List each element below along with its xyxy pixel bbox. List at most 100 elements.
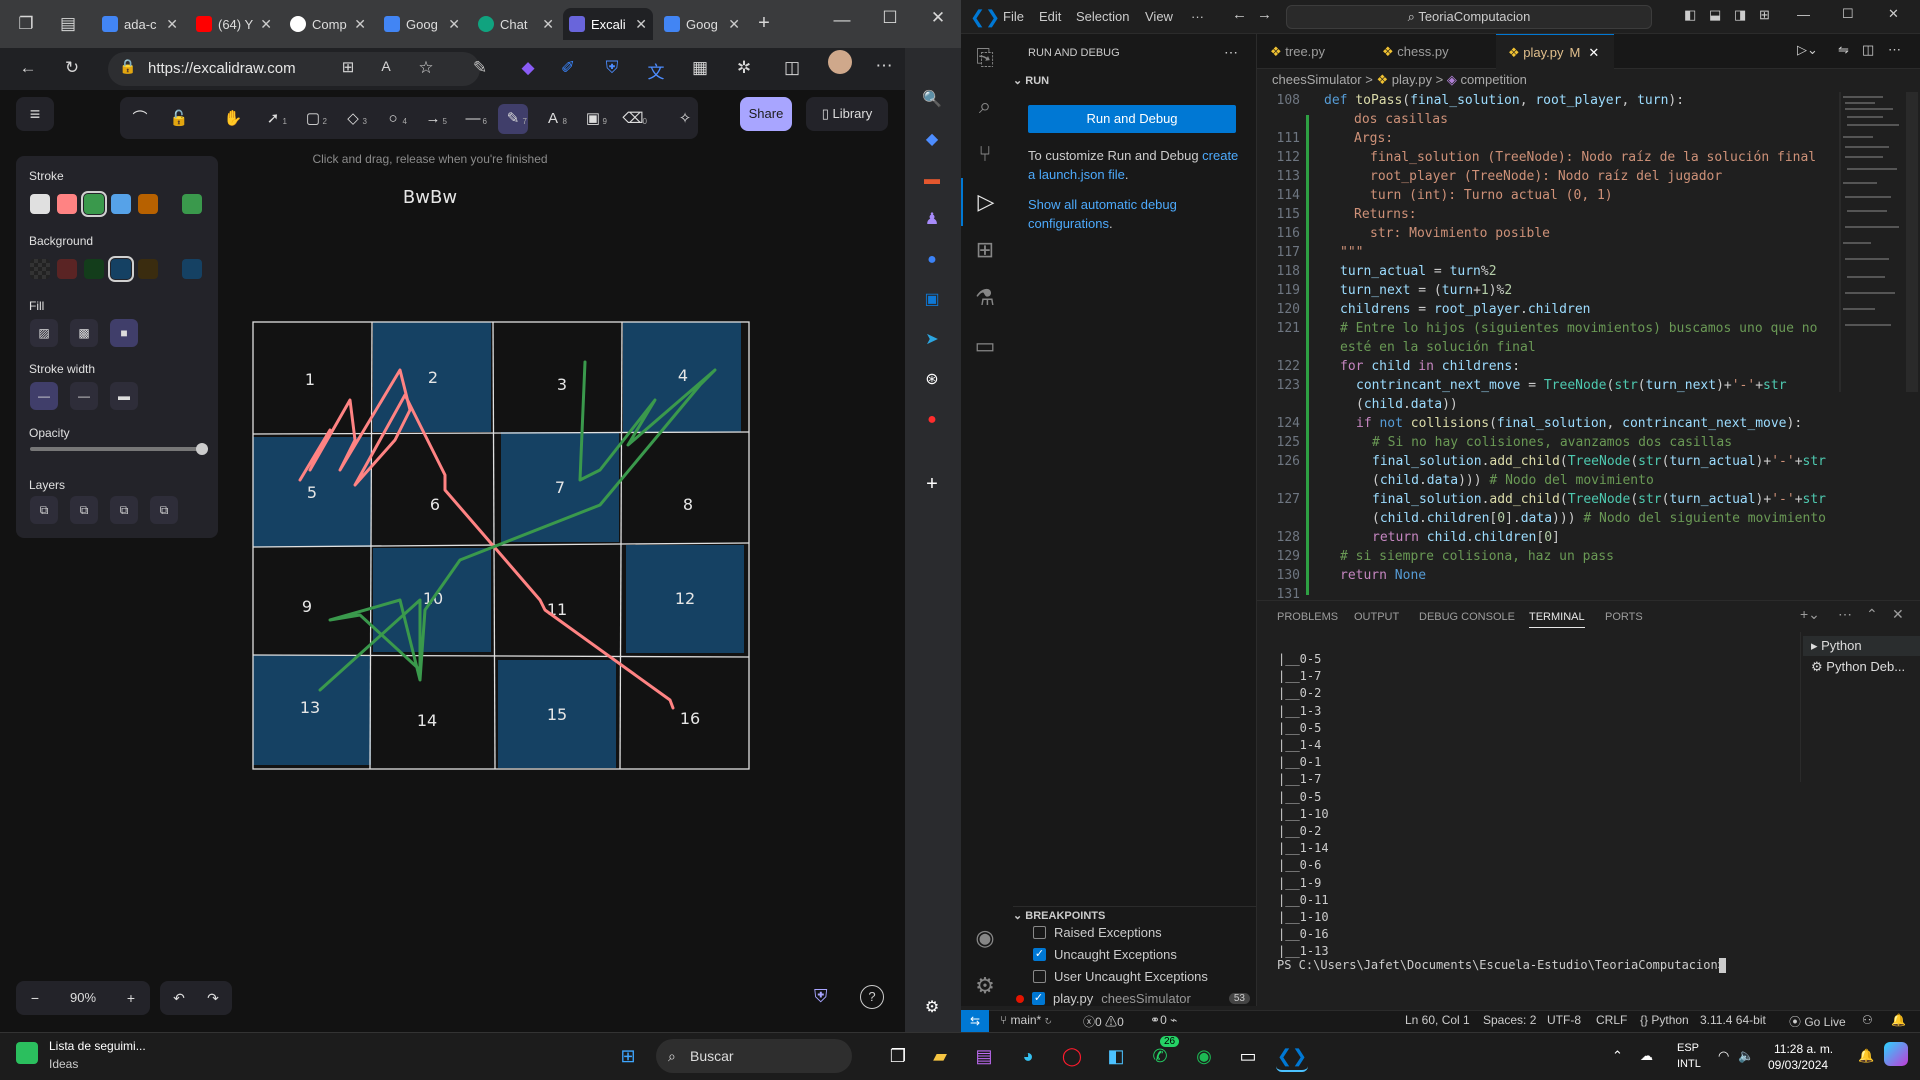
run-debug-icon[interactable]: ▷ — [961, 178, 1009, 226]
browser-tab[interactable]: ada-c ✕ — [96, 8, 184, 40]
toggle-secondary-sidebar-icon[interactable]: ◨ — [1734, 7, 1746, 23]
minimize-icon[interactable]: — — [830, 10, 854, 30]
tag-icon[interactable]: ◆ — [918, 126, 946, 154]
profile-avatar[interactable] — [828, 50, 852, 74]
copilot-taskbar-icon[interactable] — [1884, 1042, 1908, 1066]
task-view-icon[interactable]: ❐ — [882, 1040, 914, 1072]
board-drawing[interactable]: BwBw 1 2 3 4 5 6 7 8 9 10 11 12 13 14 15… — [240, 180, 780, 780]
close-tab-icon[interactable]: ✕ — [542, 16, 554, 33]
tool-ellipse-icon[interactable]: ○ 4 — [378, 104, 408, 134]
telegram-icon[interactable]: ➤ — [918, 326, 946, 354]
search-icon[interactable]: 🔍 — [918, 86, 946, 114]
notifications-bell-icon[interactable]: 🔔 — [1891, 1013, 1906, 1027]
workspaces-icon[interactable]: ❐ — [14, 14, 38, 34]
fill-crosshatch-icon[interactable]: ▩ — [70, 319, 98, 347]
manage-gear-icon[interactable]: ⚙ — [961, 962, 1009, 1010]
keyboard-layout[interactable]: INTL — [1677, 1058, 1701, 1070]
volume-icon[interactable]: 🔈 — [1738, 1048, 1754, 1064]
translate-extension-icon[interactable]: 文 — [644, 58, 668, 83]
close-panel-icon[interactable]: ✕ — [1892, 606, 1904, 623]
tool-hand-icon[interactable]: ✋ — [218, 104, 248, 134]
stocks-widget-icon[interactable] — [16, 1042, 38, 1064]
panel-tab-terminal[interactable]: TERMINAL — [1529, 611, 1585, 628]
terminal-item-active[interactable]: ▸ Python — [1803, 636, 1920, 656]
send-to-back-icon[interactable]: ⧉ — [30, 496, 58, 524]
new-tab-icon[interactable]: + — [752, 12, 776, 35]
panel-more-icon[interactable]: ⋯ — [1838, 606, 1852, 623]
testing-icon[interactable]: ⚗ — [961, 274, 1009, 322]
eyedropper-icon[interactable]: ✎ — [468, 58, 492, 78]
favorite-star-icon[interactable]: ☆ — [414, 58, 438, 78]
games-icon[interactable]: ♟ — [918, 206, 946, 234]
wifi-icon[interactable]: ◠ — [1718, 1048, 1729, 1064]
send-backward-icon[interactable]: ⧉ — [70, 496, 98, 524]
checkbox-checked[interactable]: ✓ — [1032, 992, 1045, 1005]
maximize-panel-icon[interactable]: ⌃ — [1866, 606, 1878, 623]
run-file-icon[interactable]: ▷⌄ — [1797, 42, 1818, 58]
clock-time[interactable]: 11:28 a. m. — [1774, 1042, 1833, 1056]
menu-hamburger-icon[interactable]: ≡ — [16, 97, 54, 131]
bring-to-front-icon[interactable]: ⧉ — [150, 496, 178, 524]
sidebar-more-icon[interactable]: ⋯ — [1224, 44, 1238, 61]
tool-unlock-icon[interactable]: 🔓 — [164, 104, 194, 134]
taskbar-search[interactable]: ⌕ Buscar — [656, 1039, 852, 1073]
open-changes-icon[interactable]: ⇋ — [1838, 42, 1849, 58]
lock-icon[interactable]: 🔒 — [116, 58, 140, 75]
opacity-slider[interactable] — [30, 447, 204, 451]
vscode-taskbar-icon[interactable]: ❮❯ — [1276, 1040, 1308, 1072]
close-tab-icon[interactable]: ✕ — [166, 16, 178, 33]
language-mode[interactable]: {} Python — [1640, 1013, 1689, 1027]
ports-indicator[interactable]: ⚭0 ⌁ — [1150, 1013, 1177, 1027]
remote-explorer-icon[interactable]: ▭ — [961, 322, 1009, 370]
browser-tab[interactable]: Goog ✕ — [658, 8, 746, 40]
terminal-app-icon[interactable]: ▭ — [1232, 1040, 1264, 1072]
indentation[interactable]: Spaces: 2 — [1483, 1013, 1536, 1027]
spotify-icon[interactable]: ◉ — [1188, 1040, 1220, 1072]
toggle-panel-icon[interactable]: ⬓ — [1709, 7, 1721, 23]
widget-title[interactable]: Lista de seguimi... — [49, 1039, 146, 1053]
fill-solid-icon[interactable]: ■ — [110, 319, 138, 347]
problems-indicator[interactable]: ⓧ0 ⚠0 — [1083, 1013, 1124, 1030]
opera-icon[interactable]: ◯ — [1056, 1040, 1088, 1072]
store-icon[interactable]: ◧ — [1100, 1040, 1132, 1072]
extensions-view-icon[interactable]: ⊞ — [961, 226, 1009, 274]
menu-selection[interactable]: Selection — [1076, 9, 1129, 24]
media-app-icon[interactable]: ▤ — [968, 1040, 1000, 1072]
accounts-status-icon[interactable]: ⚇ — [1862, 1013, 1873, 1027]
close-tab-icon[interactable]: ✕ — [728, 16, 740, 33]
search-view-icon[interactable]: ⌕ — [961, 82, 1009, 130]
breadcrumb-item[interactable]: play.py — [1392, 72, 1432, 87]
stroke-thin-icon[interactable]: — — [30, 382, 58, 410]
encoding[interactable]: UTF-8 — [1547, 1013, 1581, 1027]
breakpoint-item[interactable]: User Uncaught Exceptions — [1033, 969, 1208, 984]
remote-indicator-icon[interactable]: ⇆ — [961, 1010, 989, 1032]
more-options-icon[interactable]: ⋯ — [872, 56, 896, 76]
breadcrumb-item[interactable]: cheesSimulator — [1272, 72, 1362, 87]
panel-tab-ports[interactable]: PORTS — [1605, 611, 1643, 623]
tab-chess-py[interactable]: ❖ chess.py — [1370, 34, 1490, 69]
sidebar-settings-icon[interactable]: ⚙ — [918, 994, 946, 1022]
shield-extension-icon[interactable]: ⛨ — [600, 58, 624, 78]
breakpoint-item[interactable]: ✓ Uncaught Exceptions — [1033, 947, 1177, 962]
background-swatch[interactable] — [57, 259, 77, 279]
source-control-icon[interactable]: ⑂ — [961, 130, 1009, 178]
close-tab-icon[interactable]: ✕ — [635, 16, 647, 33]
vs-close-icon[interactable]: ✕ — [1888, 6, 1899, 22]
nav-forward-icon[interactable]: → — [1257, 6, 1272, 23]
show-hidden-icons-icon[interactable]: ⌃ — [1612, 1048, 1623, 1064]
menu-more[interactable]: ··· — [1191, 9, 1204, 24]
help-icon[interactable]: ? — [860, 985, 884, 1009]
opacity-slider-handle[interactable] — [196, 443, 208, 455]
extensions-icon[interactable]: ✲ — [732, 58, 756, 78]
shield-check-icon[interactable]: ⛨ — [814, 986, 834, 1008]
redo-icon[interactable]: ↷ — [200, 981, 226, 1015]
terminal-prompt[interactable]: PS C:\Users\Jafet\Documents\Escuela-Estu… — [1277, 958, 1732, 972]
go-live[interactable]: ⦿ Go Live — [1789, 1013, 1846, 1030]
browser-tab[interactable]: Chat ✕ — [472, 8, 560, 40]
run-section-header[interactable]: ⌄ RUN — [1013, 74, 1049, 87]
app-available-icon[interactable]: ⊞ — [336, 58, 360, 76]
browser-tab[interactable]: Comp ✕ — [284, 8, 372, 40]
back-icon[interactable]: ← — [16, 58, 40, 78]
tool-selection-icon[interactable]: ➚ 1 — [258, 104, 288, 134]
stroke-swatch[interactable] — [30, 194, 50, 214]
